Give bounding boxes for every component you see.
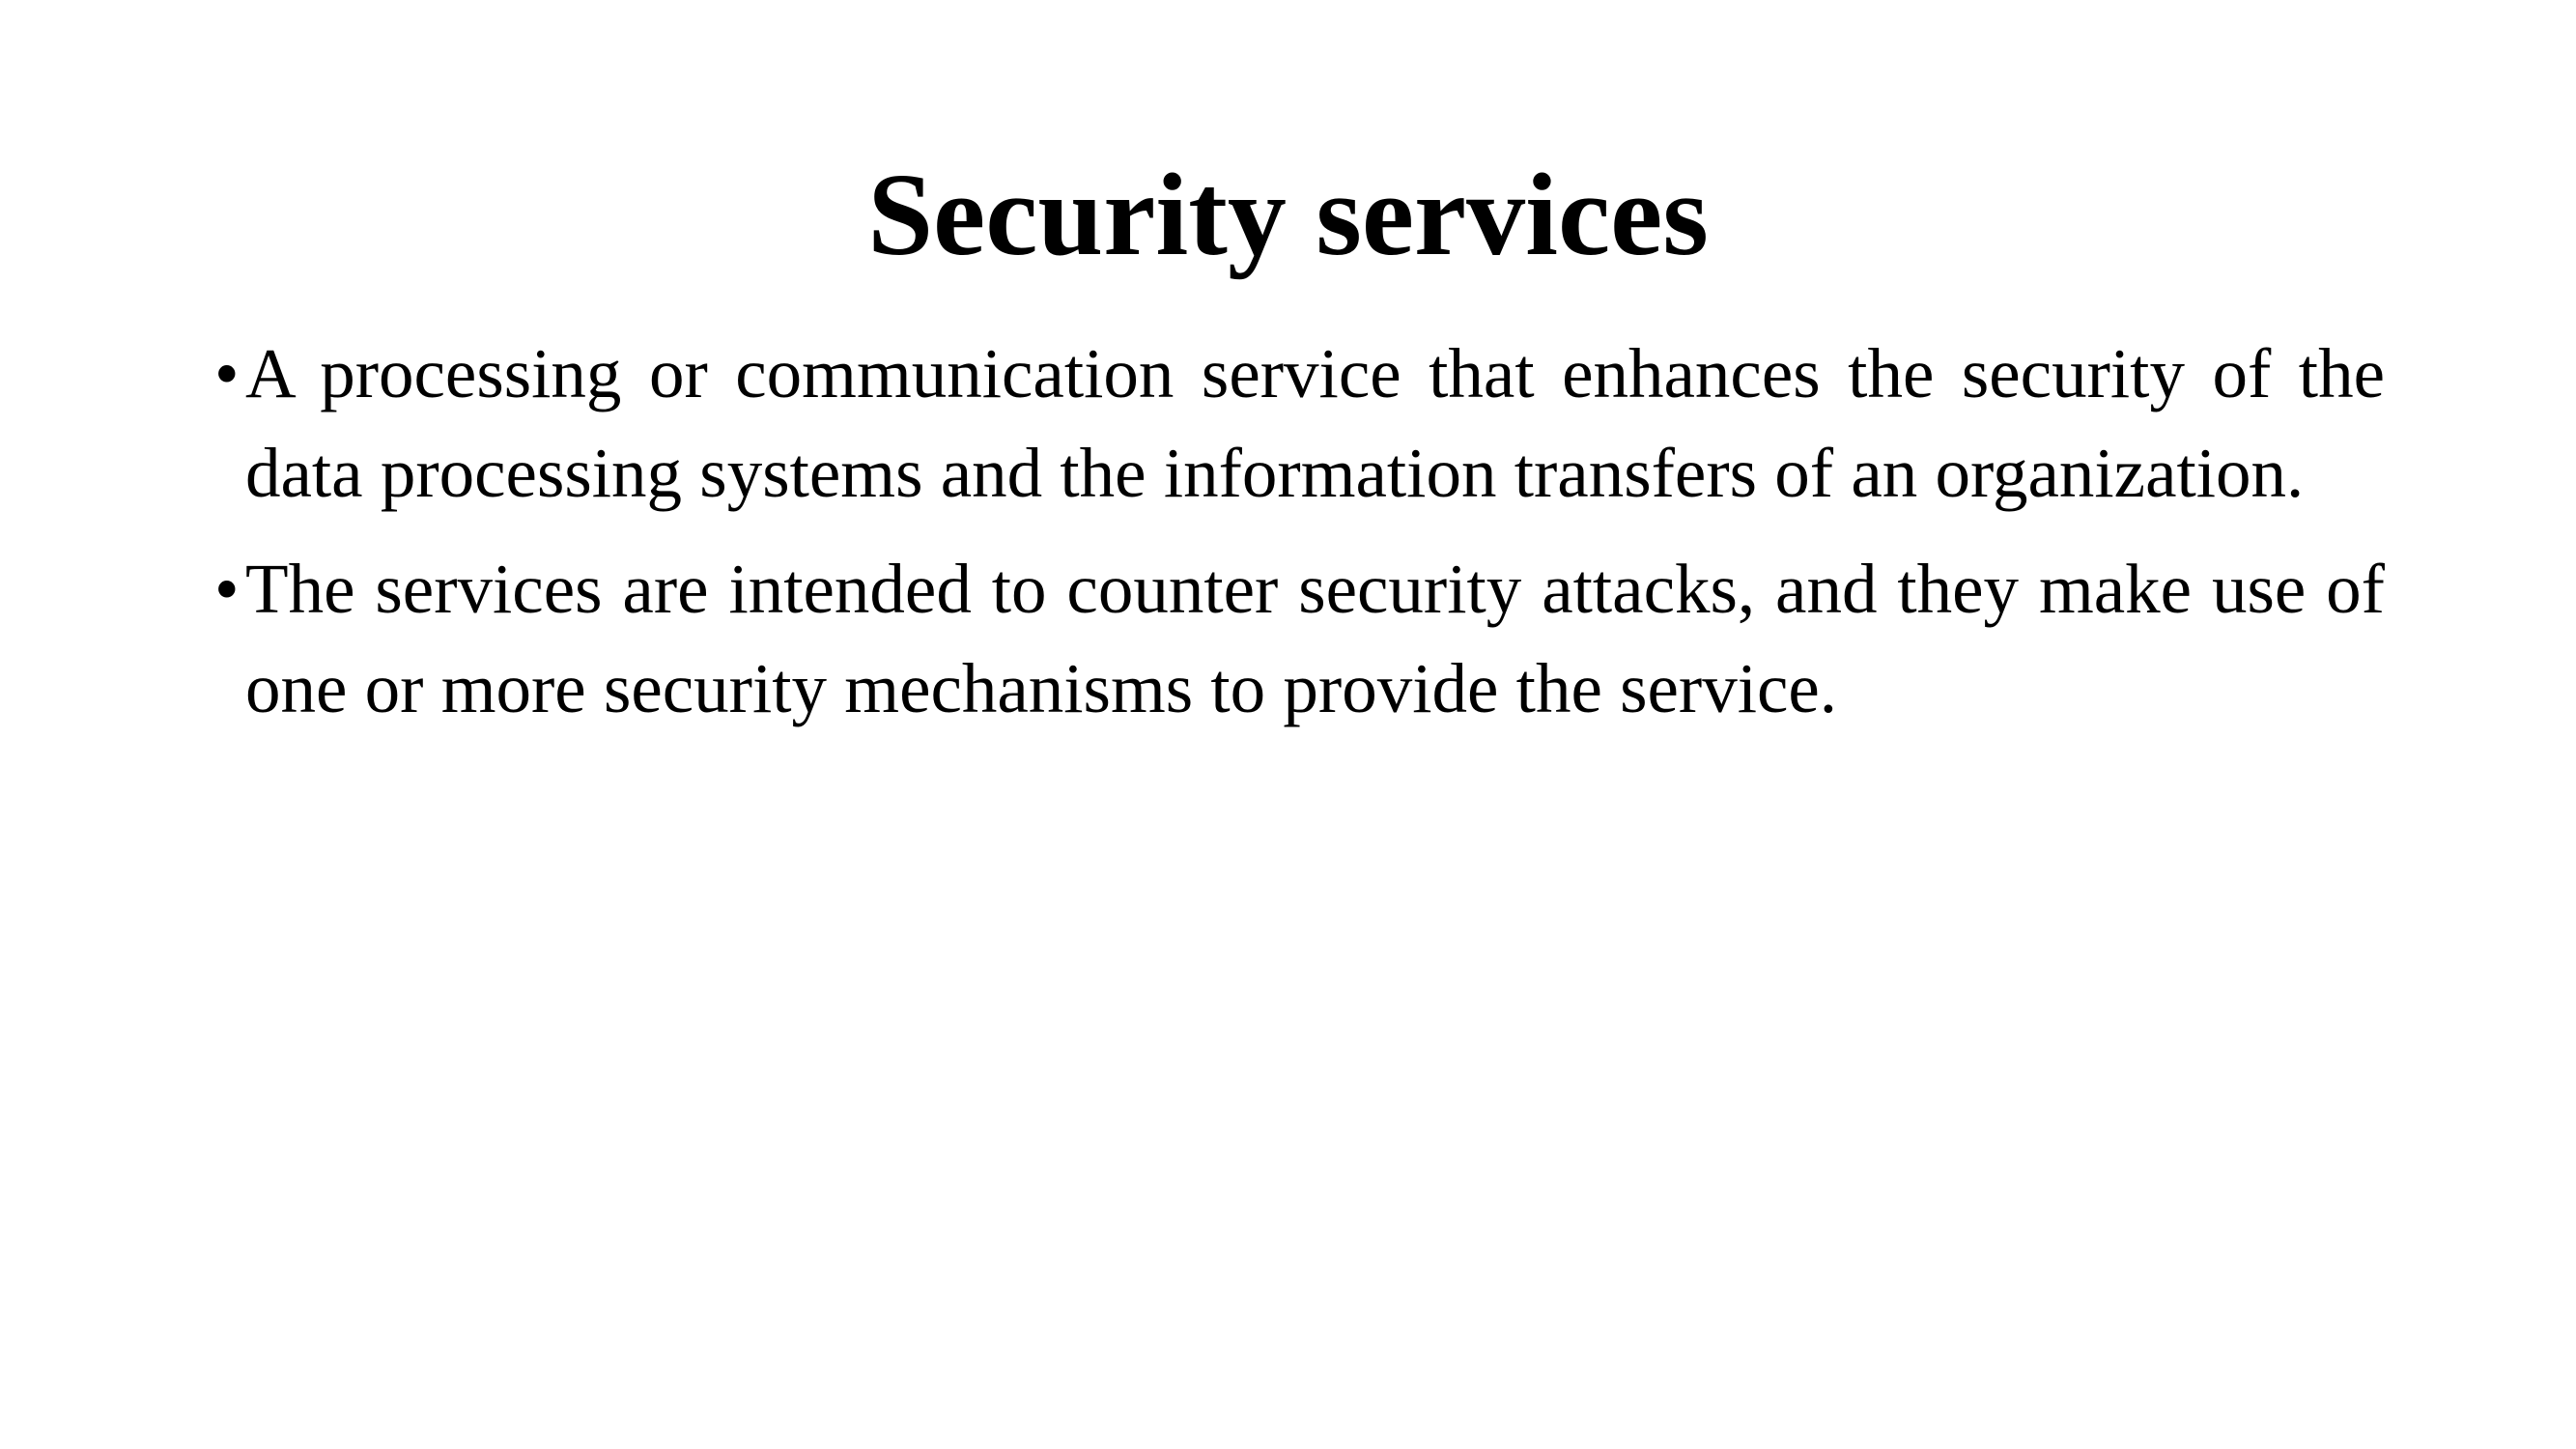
bullet-text: A processing or communication service th… <box>245 334 2385 512</box>
bullet-item-purpose: • The services are intended to counter s… <box>214 539 2385 738</box>
bullet-icon: • <box>214 334 240 412</box>
bullet-list: • A processing or communication service … <box>214 324 2385 754</box>
bullet-text: The services are intended to counter sec… <box>245 550 2385 727</box>
slide: Security services • A processing or comm… <box>0 0 2576 1449</box>
bullet-icon: • <box>214 550 240 628</box>
slide-title: Security services <box>867 150 1709 280</box>
bullet-item-definition: • A processing or communication service … <box>214 324 2385 523</box>
